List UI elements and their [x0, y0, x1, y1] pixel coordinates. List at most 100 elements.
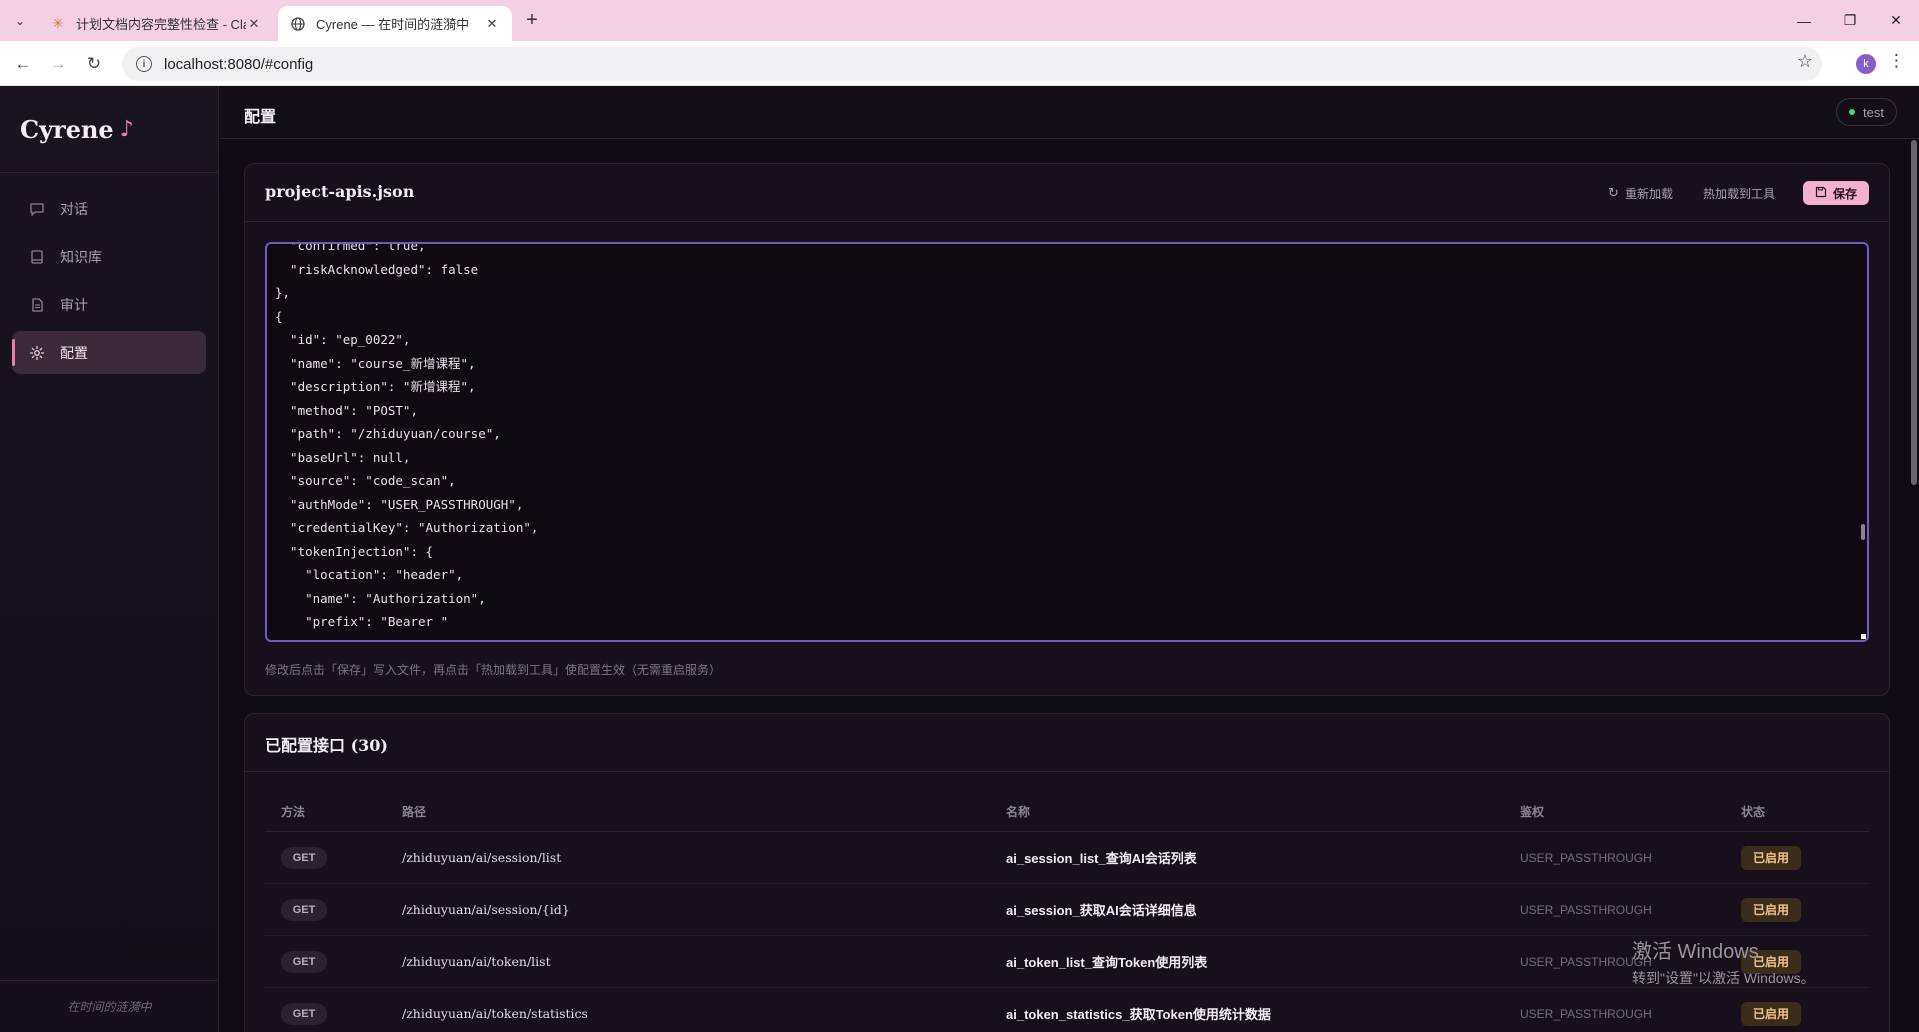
profile-avatar[interactable]: k	[1856, 54, 1876, 74]
hotload-button[interactable]: 热加载到工具	[1703, 185, 1775, 202]
json-editor-textarea[interactable]: "confirmed": true, "riskAcknowledged": f…	[265, 242, 1869, 642]
sidebar-item-config[interactable]: 配置	[12, 331, 206, 374]
close-tab-icon[interactable]: ✕	[246, 16, 262, 32]
tab-title: 计划文档内容完整性检查 - Cla	[76, 17, 246, 32]
table-header: 方法 路径 名称 鉴权 状态	[265, 792, 1869, 832]
site-info-icon[interactable]: i	[136, 56, 152, 72]
reload-label: 重新加载	[1624, 186, 1673, 201]
table-row[interactable]: GET /zhiduyuan/ai/session/list ai_sessio…	[265, 832, 1869, 884]
sidebar-item-label: 配置	[60, 344, 88, 361]
method-badge: GET	[281, 898, 327, 921]
chat-icon	[28, 200, 46, 218]
endpoint-path: /zhiduyuan/ai/token/list	[402, 954, 551, 969]
endpoint-path: /zhiduyuan/ai/token/statistics	[402, 1006, 588, 1021]
main-content: project-apis.json ↻ 重新加载 热加载到工具 保存 "conf…	[220, 140, 1919, 1032]
endpoint-name: ai_token_list_查询Token使用列表	[1006, 955, 1208, 970]
address-bar: ← → ↻ i localhost:8080/#config ☆ k ⋮	[0, 41, 1919, 86]
editor-actions: ↻ 重新加载 热加载到工具 保存	[1578, 181, 1869, 205]
table-row[interactable]: GET /zhiduyuan/ai/token/statistics ai_to…	[265, 988, 1869, 1032]
document-icon	[28, 296, 46, 314]
gear-icon	[28, 344, 46, 362]
browser-tab-bar: ⌄ ✳ 计划文档内容完整性检查 - Cla ✕ Cyrene — 在时间的涟漪中…	[0, 0, 1919, 41]
back-icon[interactable]: ←	[10, 51, 36, 77]
browser-menu-icon[interactable]: ⋮	[1888, 51, 1905, 71]
browser-tab[interactable]: ✳ 计划文档内容完整性检查 - Cla ✕	[38, 6, 274, 41]
column-header-path: 路径	[402, 805, 427, 819]
endpoint-name: ai_token_statistics_获取Token使用统计数据	[1006, 1007, 1271, 1022]
environment-badge: test	[1836, 98, 1897, 126]
status-badge[interactable]: 已启用	[1741, 1001, 1801, 1026]
page-scrollbar[interactable]	[1911, 140, 1917, 485]
method-badge: GET	[281, 846, 327, 869]
top-bar: 配置 test	[220, 86, 1919, 139]
chevron-down-icon: ⌄	[14, 14, 26, 28]
tab-title: Cyrene — 在时间的涟漪中	[316, 17, 470, 32]
save-label: 保存	[1832, 186, 1857, 201]
sidebar-item-chat[interactable]: 对话	[12, 187, 206, 230]
sidebar-footer-tagline: 在时间的涟漪中	[0, 980, 219, 1032]
sidebar-item-label: 审计	[60, 296, 88, 313]
reload-icon[interactable]: ↻	[81, 51, 107, 77]
editor-scrollbar[interactable]	[1861, 524, 1865, 540]
music-note-icon: ♪	[119, 116, 134, 142]
save-button[interactable]: 保存	[1802, 181, 1869, 205]
sidebar-item-label: 知识库	[60, 248, 102, 265]
table-row[interactable]: GET /zhiduyuan/ai/token/list ai_token_li…	[265, 936, 1869, 988]
url-input[interactable]: i localhost:8080/#config	[122, 47, 1822, 81]
endpoints-table: 方法 路径 名称 鉴权 状态 GET /zhiduyuan/ai/session…	[265, 792, 1869, 1032]
status-badge[interactable]: 已启用	[1741, 845, 1801, 870]
table-row[interactable]: GET /zhiduyuan/ai/session/{id} ai_sessio…	[265, 884, 1869, 936]
endpoints-card: 已配置接口 (30) 方法 路径 名称 鉴权 状态 GET /zhiduyuan…	[244, 713, 1890, 1032]
refresh-icon: ↻	[1608, 185, 1619, 200]
reload-button[interactable]: ↻ 重新加载	[1608, 185, 1673, 202]
sidebar: Cyrene ♪ 对话 知识库 审计 配置 在时间的涟漪中	[0, 86, 219, 1032]
sidebar-item-audit[interactable]: 审计	[12, 283, 206, 326]
resize-handle[interactable]	[1861, 634, 1866, 639]
endpoint-name: ai_session_list_查询AI会话列表	[1006, 851, 1197, 866]
column-header-auth: 鉴权	[1520, 805, 1545, 819]
browser-tab-active[interactable]: Cyrene — 在时间的涟漪中 ✕	[278, 6, 512, 41]
url-text: localhost:8080/#config	[164, 55, 314, 73]
brand-logo[interactable]: Cyrene ♪	[0, 86, 218, 173]
floppy-disk-icon	[1815, 186, 1827, 201]
status-badge[interactable]: 已启用	[1741, 897, 1801, 922]
editor-hint: 修改后点击「保存」写入文件，再点击「热加载到工具」使配置生效（无需重启服务）	[265, 663, 722, 677]
bookmark-star-icon[interactable]: ☆	[1797, 51, 1813, 72]
endpoint-auth: USER_PASSTHROUGH	[1520, 1006, 1652, 1021]
card-header: project-apis.json ↻ 重新加载 热加载到工具 保存	[245, 164, 1889, 222]
hotload-label: 热加载到工具	[1702, 186, 1775, 201]
brand-name: Cyrene	[20, 114, 114, 144]
method-badge: GET	[281, 950, 327, 973]
endpoint-auth: USER_PASSTHROUGH	[1520, 954, 1652, 969]
minimize-icon[interactable]: —	[1781, 0, 1827, 41]
sidebar-nav: 对话 知识库 审计 配置	[0, 173, 218, 374]
tab-search-button[interactable]: ⌄	[8, 9, 32, 33]
globe-icon	[290, 16, 306, 32]
status-badge[interactable]: 已启用	[1741, 949, 1801, 974]
environment-label: test	[1863, 104, 1884, 120]
forward-icon[interactable]: →	[45, 51, 71, 77]
json-editor-content: "confirmed": true, "riskAcknowledged": f…	[275, 242, 539, 640]
endpoint-auth: USER_PASSTHROUGH	[1520, 902, 1652, 917]
column-header-status: 状态	[1741, 805, 1766, 819]
method-badge: GET	[281, 1002, 327, 1025]
column-header-name: 名称	[1006, 805, 1031, 819]
endpoint-auth: USER_PASSTHROUGH	[1520, 850, 1652, 865]
claude-icon: ✳	[52, 15, 64, 31]
close-window-icon[interactable]: ✕	[1873, 0, 1919, 41]
endpoints-title: 已配置接口 (30)	[265, 736, 388, 755]
close-tab-icon[interactable]: ✕	[484, 16, 500, 32]
status-dot-icon	[1849, 109, 1856, 115]
new-tab-button[interactable]: +	[520, 8, 544, 32]
page-title: 配置	[244, 109, 277, 126]
endpoint-name: ai_session_获取AI会话详细信息	[1006, 903, 1197, 918]
sidebar-item-knowledge[interactable]: 知识库	[12, 235, 206, 278]
restore-icon[interactable]: ❐	[1827, 0, 1873, 41]
card-header: 已配置接口 (30)	[245, 714, 1889, 772]
book-icon	[28, 248, 46, 266]
config-editor-card: project-apis.json ↻ 重新加载 热加载到工具 保存 "conf…	[244, 163, 1890, 696]
column-header-method: 方法	[281, 805, 306, 819]
config-file-title: project-apis.json	[265, 182, 415, 201]
endpoint-path: /zhiduyuan/ai/session/list	[402, 850, 562, 865]
endpoint-path: /zhiduyuan/ai/session/{id}	[402, 902, 570, 917]
